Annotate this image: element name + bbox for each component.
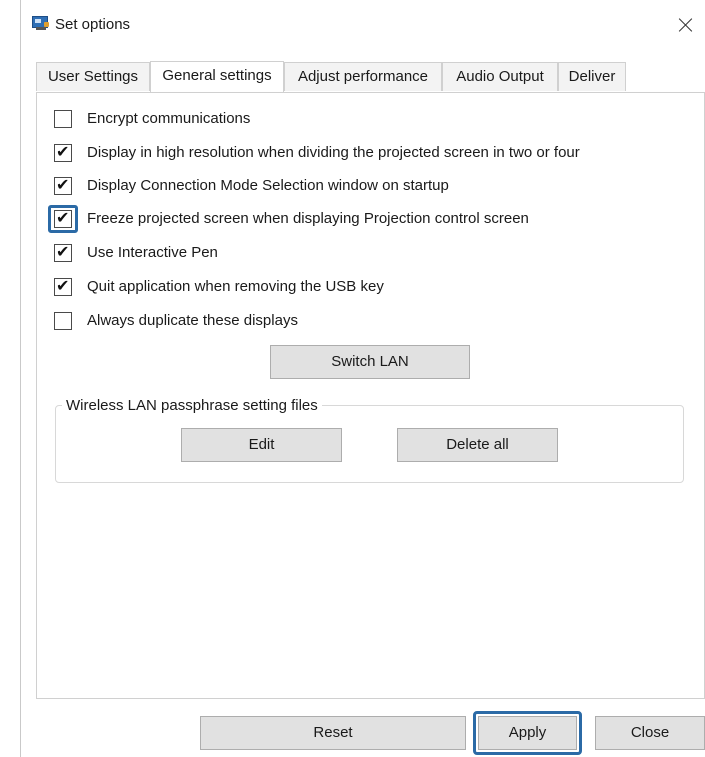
checkmark-icon: ✔ bbox=[56, 144, 70, 161]
passphrase-group bbox=[55, 405, 684, 483]
option-label: Use Interactive Pen bbox=[87, 244, 218, 261]
option-label: Display Connection Mode Selection window… bbox=[87, 177, 449, 194]
tab-deliver[interactable]: Deliver bbox=[558, 62, 626, 91]
checkmark-icon: ✔ bbox=[56, 177, 70, 194]
set-options-window: Set options User Settings General settin… bbox=[0, 0, 705, 757]
tab-general-settings[interactable]: General settings bbox=[150, 61, 284, 92]
checkbox[interactable]: ✔ bbox=[54, 177, 72, 195]
option-label: Encrypt communications bbox=[87, 110, 251, 127]
checkbox[interactable]: ✔ bbox=[54, 144, 72, 162]
apply-highlight-outline bbox=[473, 711, 582, 755]
title-bar: Set options bbox=[28, 10, 705, 42]
tab-user-settings[interactable]: User Settings bbox=[36, 62, 150, 91]
window-left-border bbox=[20, 0, 21, 757]
projector-app-icon bbox=[32, 16, 49, 30]
option-label: Always duplicate these displays bbox=[87, 312, 298, 329]
switch-lan-button[interactable]: Switch LAN bbox=[270, 345, 470, 379]
option-label: Freeze projected screen when displaying … bbox=[87, 210, 529, 227]
tab-audio-output[interactable]: Audio Output bbox=[442, 62, 558, 91]
group-legend: Wireless LAN passphrase setting files bbox=[62, 397, 322, 414]
highlight-outline bbox=[48, 205, 78, 233]
checkbox[interactable]: ✔ bbox=[54, 244, 72, 262]
checkbox[interactable] bbox=[54, 312, 72, 330]
edit-button[interactable]: Edit bbox=[181, 428, 342, 462]
checkbox[interactable]: ✔ bbox=[54, 278, 72, 296]
close-button[interactable]: Close bbox=[595, 716, 705, 750]
checkmark-icon: ✔ bbox=[56, 278, 70, 295]
checkbox[interactable] bbox=[54, 110, 72, 128]
reset-button[interactable]: Reset bbox=[200, 716, 466, 750]
option-label: Quit application when removing the USB k… bbox=[87, 278, 384, 295]
delete-all-button[interactable]: Delete all bbox=[397, 428, 558, 462]
checkmark-icon: ✔ bbox=[56, 244, 70, 261]
option-label: Display in high resolution when dividing… bbox=[87, 144, 580, 161]
window-title: Set options bbox=[55, 16, 131, 33]
tab-adjust-performance[interactable]: Adjust performance bbox=[284, 62, 442, 91]
close-icon[interactable] bbox=[673, 12, 699, 38]
